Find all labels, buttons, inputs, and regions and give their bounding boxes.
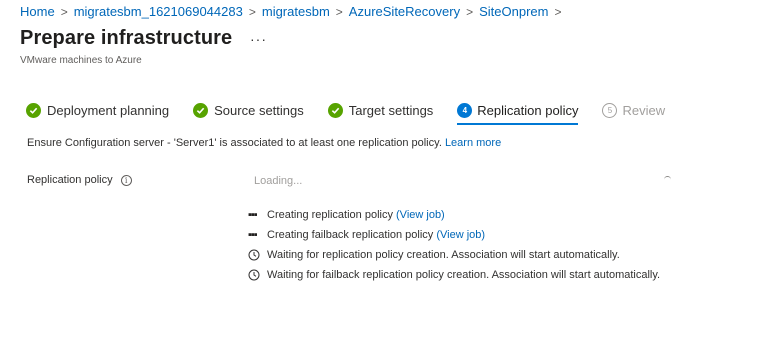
step-label: Deployment planning: [47, 102, 170, 118]
step-label: Replication policy: [477, 102, 579, 118]
page-title: Prepare infrastructure: [20, 27, 233, 49]
breadcrumb-separator: >: [466, 4, 474, 19]
info-icon[interactable]: i: [120, 174, 132, 186]
view-job-link[interactable]: (View job): [436, 229, 485, 241]
page-subtitle: VMware machines to Azure: [20, 55, 142, 66]
view-job-link[interactable]: (View job): [396, 209, 445, 221]
more-options-button[interactable]: ···: [250, 31, 267, 47]
breadcrumb-separator: >: [60, 4, 68, 19]
status-item: Waiting for failback replication policy …: [248, 265, 660, 285]
replication-policy-label: Replication policy: [27, 174, 113, 186]
loading-spinner-icon: [664, 176, 671, 183]
breadcrumb-site-onprem[interactable]: SiteOnprem: [479, 4, 548, 19]
tab-source-settings[interactable]: Source settings: [193, 99, 304, 121]
breadcrumb-migrate-project[interactable]: migratesbm_1621069044283: [74, 4, 243, 19]
tab-review[interactable]: 5 Review: [602, 99, 665, 121]
step-number-badge: 5: [602, 102, 618, 118]
info-message: Ensure Configuration server - 'Server1' …: [27, 137, 501, 149]
status-text: Waiting for failback replication policy …: [267, 269, 661, 281]
step-label: Review: [622, 102, 666, 118]
status-text: Waiting for replication policy creation.…: [267, 249, 620, 261]
status-item: Waiting for replication policy creation.…: [248, 245, 660, 265]
status-text: Creating replication policy: [267, 209, 393, 221]
tab-target-settings[interactable]: Target settings: [327, 99, 434, 121]
tab-replication-policy[interactable]: 4 Replication policy: [457, 99, 579, 125]
learn-more-link[interactable]: Learn more: [445, 137, 501, 149]
wizard-steps: Deployment planning Source settings Targ…: [26, 99, 689, 125]
breadcrumb-site-recovery[interactable]: AzureSiteRecovery: [349, 4, 460, 19]
step-label: Source settings: [214, 102, 304, 118]
status-list: ▪▪▪ Creating replication policy (View jo…: [248, 205, 660, 285]
info-text: Ensure Configuration server - 'Server1' …: [27, 137, 442, 149]
breadcrumb: Home > migratesbm_1621069044283 > migrat…: [20, 4, 567, 19]
clock-icon: [248, 269, 260, 281]
checkmark-icon: [327, 102, 343, 118]
dots-icon: ▪▪▪: [248, 229, 258, 241]
checkmark-icon: [26, 102, 41, 118]
breadcrumb-migratesbm[interactable]: migratesbm: [262, 4, 330, 19]
breadcrumb-separator: >: [554, 4, 562, 19]
step-number-badge: 4: [457, 102, 473, 118]
status-item: ▪▪▪ Creating replication policy (View jo…: [248, 205, 660, 225]
dots-icon: ▪▪▪: [248, 209, 258, 221]
clock-icon: [248, 249, 260, 261]
tab-deployment-planning[interactable]: Deployment planning: [26, 99, 169, 121]
replication-policy-dropdown[interactable]: Loading...: [254, 175, 302, 187]
status-item: ▪▪▪ Creating failback replication policy…: [248, 225, 660, 245]
step-label: Target settings: [348, 102, 434, 118]
breadcrumb-home[interactable]: Home: [20, 4, 55, 19]
breadcrumb-separator: >: [248, 4, 256, 19]
checkmark-icon: [193, 102, 209, 118]
replication-policy-field-label: Replication policy i: [27, 174, 132, 186]
breadcrumb-separator: >: [335, 4, 343, 19]
status-text: Creating failback replication policy: [267, 229, 434, 241]
